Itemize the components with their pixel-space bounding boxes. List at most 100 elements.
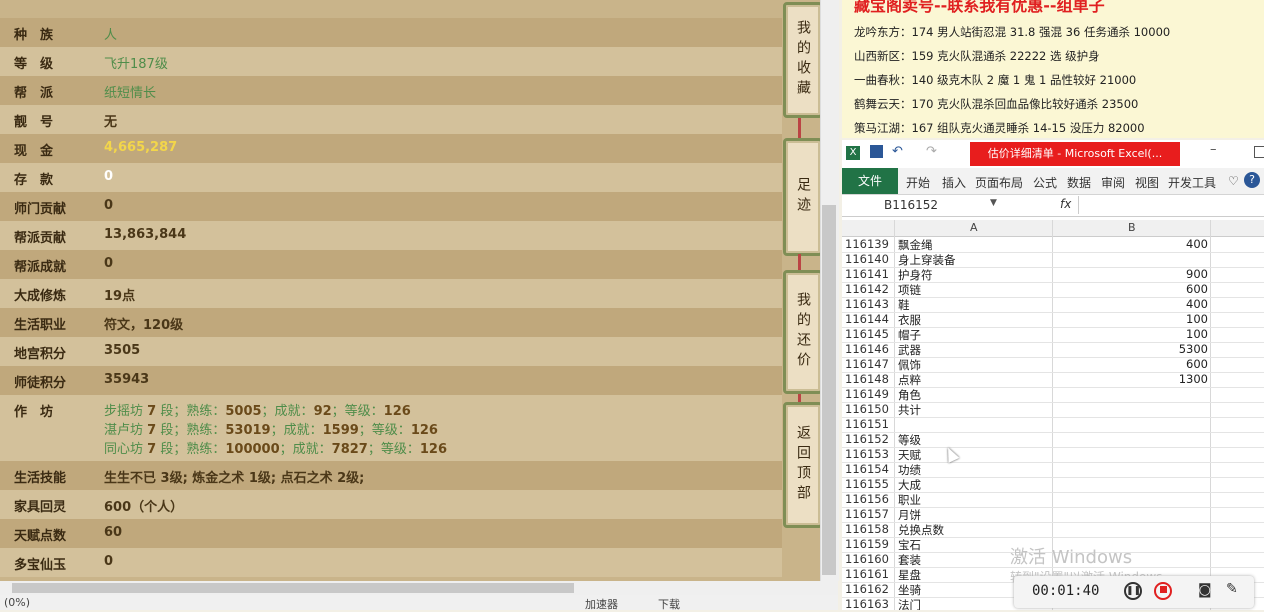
row-number[interactable]: 116160 [845,552,895,566]
row-number[interactable]: 116142 [845,282,895,296]
formula-input[interactable] [1078,196,1264,214]
cell-a[interactable]: 点粹 [898,372,921,388]
profile-value: 生生不已 3级; 炼金之术 1级; 点石之术 2级; [104,471,365,486]
camera-icon[interactable]: ◙ [1198,582,1212,598]
row-number[interactable]: 116139 [845,237,895,251]
screen-recorder-toolbar: 00:01:40 ❚❚ ◙ ✎ [1014,576,1254,608]
profile-value: 0 [104,256,114,271]
cell-a[interactable]: 功绩 [898,462,921,478]
column-b-header[interactable]: B [1128,221,1136,234]
cell-a[interactable]: 角色 [898,387,921,403]
row-number[interactable]: 116149 [845,387,895,401]
footprint-button[interactable]: 足迹 [783,138,823,256]
row-number[interactable]: 116148 [845,372,895,386]
row-number[interactable]: 116161 [845,567,895,581]
cell-b[interactable]: 600 [1052,357,1208,371]
tab-developer[interactable]: 开发工具 [1168,174,1216,191]
tab-data[interactable]: 数据 [1067,174,1091,191]
help-icon[interactable]: ? [1244,172,1260,188]
tab-home[interactable]: 开始 [906,174,930,191]
row-number[interactable]: 116146 [845,342,895,356]
row-number[interactable]: 116156 [845,492,895,506]
cell-a[interactable]: 宝石 [898,537,921,553]
cell-a[interactable]: 身上穿装备 [898,252,956,268]
cell-a[interactable]: 鞋 [898,297,910,313]
cell-b[interactable]: 400 [1052,237,1208,251]
redo-icon[interactable]: ↷ [926,144,937,159]
row-number[interactable]: 116141 [845,267,895,281]
tab-view[interactable]: 视图 [1135,174,1159,191]
cell-a[interactable]: 大成 [898,477,921,493]
cell-a[interactable]: 兑换点数 [898,522,944,538]
cell-b[interactable]: 100 [1052,327,1208,341]
row-number[interactable]: 116140 [845,252,895,266]
row-number[interactable]: 116143 [845,297,895,311]
row-number[interactable]: 116158 [845,522,895,536]
collapse-ribbon-icon[interactable]: ♡ [1228,174,1239,188]
row-number[interactable]: 116154 [845,462,895,476]
pause-button[interactable]: ❚❚ [1124,582,1142,600]
back-to-top-button[interactable]: 返回顶部 [783,402,823,528]
cell-b[interactable]: 5300 [1052,342,1208,356]
row-number[interactable]: 116153 [845,447,895,461]
tab-page-layout[interactable]: 页面布局 [975,174,1023,191]
column-a-header[interactable]: A [970,221,978,234]
cell-a[interactable]: 法门 [898,597,921,610]
cell-a[interactable]: 月饼 [898,507,921,523]
cell-a[interactable]: 佩饰 [898,357,921,373]
cell-a[interactable]: 等级 [898,432,921,448]
cell-a[interactable]: 天赋 [898,447,921,463]
sheet-row: 116151 [842,417,1264,433]
minimize-button[interactable]: – [1210,142,1217,157]
pen-icon[interactable]: ✎ [1226,581,1238,597]
cell-a[interactable]: 护身符 [898,267,933,283]
row-number[interactable]: 116163 [845,597,895,610]
cell-a[interactable]: 项链 [898,282,921,298]
cell-a[interactable]: 共计 [898,402,921,418]
my-counteroffer-button[interactable]: 我的还价 [783,270,823,394]
cell-b[interactable]: 100 [1052,312,1208,326]
cell-a[interactable]: 坐骑 [898,582,921,598]
horizontal-scrollbar-thumb[interactable] [12,583,574,593]
row-number[interactable]: 116144 [845,312,895,326]
undo-icon[interactable]: ↶ [892,144,903,159]
chevron-down-icon[interactable]: ▼ [990,198,997,208]
cell-b[interactable]: 900 [1052,267,1208,281]
row-number[interactable]: 116155 [845,477,895,491]
cell-a[interactable]: 星盘 [898,567,921,583]
cell-a[interactable]: 帽子 [898,327,921,343]
profile-row: 师门贡献 0 [0,192,782,221]
notice-line: 策马江湖：167 组队克火通灵睡杀 14-15 没压力 82000 [854,121,1145,135]
row-number[interactable]: 116157 [845,507,895,521]
cell-a[interactable]: 职业 [898,492,921,508]
function-icon[interactable]: fx [1060,197,1071,211]
row-number[interactable]: 116152 [845,432,895,446]
cell-a[interactable]: 衣服 [898,312,921,328]
tab-file[interactable]: 文件 [842,168,898,194]
tab-insert[interactable]: 插入 [942,174,966,191]
button-connector [798,394,801,402]
cell-b[interactable]: 1300 [1052,372,1208,386]
cell-b[interactable]: 400 [1052,297,1208,311]
tab-review[interactable]: 审阅 [1101,174,1125,191]
workshop-seg: 段；熟练： [160,423,226,438]
sheet-row: 116146 武器 5300 [842,342,1264,358]
cell-a[interactable]: 套装 [898,552,921,568]
maximize-button[interactable] [1254,146,1264,158]
row-number[interactable]: 116150 [845,402,895,416]
cell-a[interactable]: 飘金绳 [898,237,933,253]
save-icon[interactable] [870,145,883,158]
cell-b[interactable]: 600 [1052,282,1208,296]
stop-button[interactable] [1154,582,1172,600]
row-number[interactable]: 116162 [845,582,895,596]
row-number[interactable]: 116147 [845,357,895,371]
row-number[interactable]: 116159 [845,537,895,551]
workshop-ach-label: ；成就： [279,442,332,457]
row-number[interactable]: 116151 [845,417,895,431]
name-box[interactable]: B116152 [846,197,996,213]
cell-a[interactable]: 武器 [898,342,921,358]
tab-formulas[interactable]: 公式 [1033,174,1057,191]
favorites-button[interactable]: 我的收藏 [783,2,823,118]
row-number[interactable]: 116145 [845,327,895,341]
vertical-scrollbar-thumb[interactable] [822,205,836,575]
